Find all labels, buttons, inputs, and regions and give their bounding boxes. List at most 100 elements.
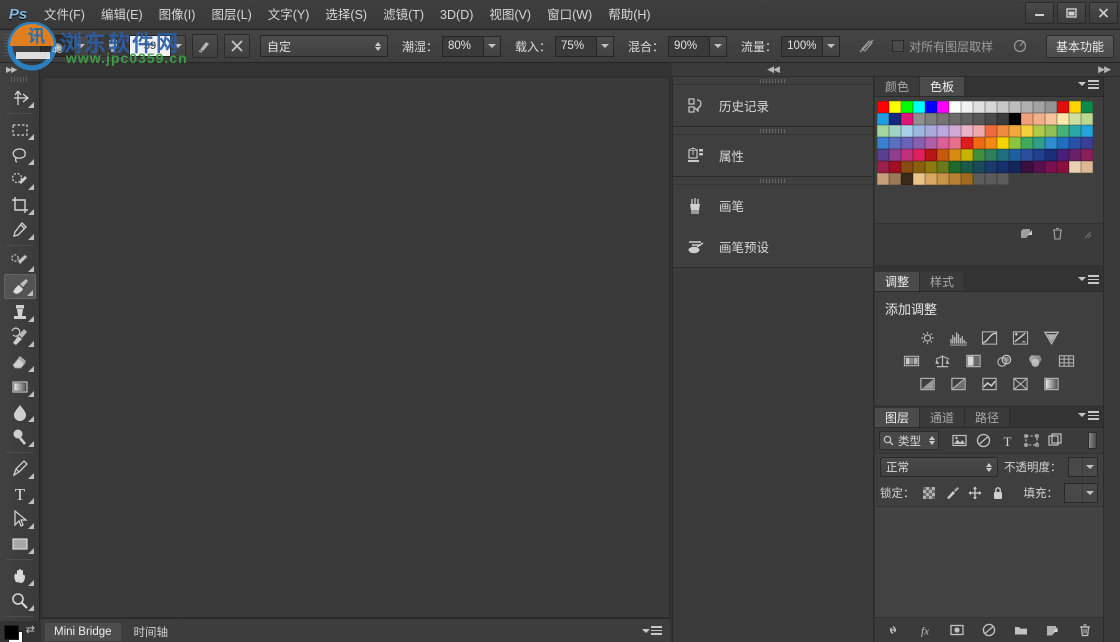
brush-preset-picker-button[interactable] [74,35,89,57]
swatch[interactable] [949,101,961,113]
swatches-grid[interactable] [875,97,1103,185]
swatch[interactable] [1081,113,1093,125]
swatch[interactable] [1021,113,1033,125]
filter-smart-object-icon[interactable] [1047,432,1064,450]
tool-submenu-indicator[interactable] [28,391,34,397]
dock-group-grip[interactable] [673,177,873,185]
color-balance-icon[interactable] [932,352,954,370]
swatch[interactable] [925,161,937,173]
dock-item-properties[interactable]: 属性 [673,135,873,176]
bottom-panel-menu-icon[interactable] [642,626,662,635]
brush-load-picker-button[interactable] [171,35,186,57]
swatch[interactable] [973,173,985,185]
airbrush-toggle-button[interactable] [854,34,880,58]
swatch[interactable] [985,101,997,113]
swatch[interactable] [1045,137,1057,149]
swatch[interactable] [961,137,973,149]
lasso-tool[interactable] [4,142,36,167]
tool-submenu-indicator[interactable] [28,341,34,347]
swatch[interactable] [973,149,985,161]
adjustments-panel-menu-icon[interactable] [1078,275,1099,284]
option-value-1[interactable]: 80% [442,36,484,57]
swatch[interactable] [1009,149,1021,161]
swatch[interactable] [1081,137,1093,149]
rectangle-tool[interactable] [4,531,36,556]
swatch[interactable] [1081,149,1093,161]
swatch[interactable] [997,161,1009,173]
tool-submenu-indicator[interactable] [28,209,34,215]
swatch[interactable] [961,161,973,173]
panel-resize-grip[interactable] [1079,226,1095,242]
load-brush-after-stroke-button[interactable] [224,34,250,58]
swatch[interactable] [901,125,913,137]
menu-item-3[interactable]: 图像(I) [151,4,204,26]
history-brush-tool[interactable] [4,324,36,349]
tab-2[interactable]: 色板 [920,77,965,96]
swatch[interactable] [985,125,997,137]
color-lookup-icon[interactable] [1056,352,1078,370]
menu-item-4[interactable]: 图层(L) [203,4,259,26]
clone-stamp-tool[interactable] [4,299,36,324]
swatch[interactable] [925,125,937,137]
swatch[interactable] [913,173,925,185]
swatch[interactable] [949,137,961,149]
levels-icon[interactable] [947,329,969,347]
swatch[interactable] [1021,101,1033,113]
swatch[interactable] [937,101,949,113]
swatch[interactable] [949,149,961,161]
swatch[interactable] [925,149,937,161]
swatch[interactable] [889,101,901,113]
swatch[interactable] [985,113,997,125]
swatch[interactable] [937,161,949,173]
swatch[interactable] [1009,101,1021,113]
lock-image-icon[interactable] [944,485,960,501]
swatch[interactable] [889,137,901,149]
tool-submenu-indicator[interactable] [28,605,34,611]
swatch[interactable] [889,113,901,125]
swatch[interactable] [1069,125,1081,137]
swatch[interactable] [1009,113,1021,125]
close-button[interactable] [1089,2,1118,24]
tablet-pressure-button[interactable] [1007,34,1033,58]
tool-submenu-indicator[interactable] [28,316,34,322]
tool-submenu-indicator[interactable] [28,159,34,165]
swatch[interactable] [997,101,1009,113]
fill-dropdown-icon[interactable] [1082,484,1097,502]
tab-1[interactable]: 颜色 [875,77,920,96]
swatch[interactable] [949,113,961,125]
icon-dock-collapse-strip[interactable]: ◀◀ [672,63,874,77]
swatch[interactable] [901,149,913,161]
type-tool[interactable]: T [4,481,36,506]
clean-brush-button[interactable] [192,34,218,58]
swatch[interactable] [985,137,997,149]
swatch[interactable] [925,137,937,149]
tool-submenu-indicator[interactable] [28,523,34,529]
swatch[interactable] [1045,149,1057,161]
path-selection-tool[interactable] [4,506,36,531]
swatch[interactable] [1033,113,1045,125]
swatch[interactable] [1069,161,1081,173]
options-bar-grip[interactable] [4,34,12,58]
gradient-tool[interactable] [4,374,36,399]
swatch[interactable] [997,125,1009,137]
crop-tool[interactable] [4,192,36,217]
swatch[interactable] [961,149,973,161]
swatch[interactable] [877,161,889,173]
swatch[interactable] [901,113,913,125]
brush-size-preview[interactable]: 43 [40,35,74,57]
filter-toggle-switch[interactable] [1088,432,1097,449]
tab-1[interactable]: 调整 [875,272,920,291]
gradient-map-icon[interactable] [1040,375,1062,393]
swatch[interactable] [877,173,889,185]
dock-group-grip[interactable] [673,127,873,135]
option-value-2[interactable]: 75% [555,36,597,57]
swatch[interactable] [1057,101,1069,113]
swatch[interactable] [877,101,889,113]
invert-icon[interactable] [916,375,938,393]
color-panel-menu-icon[interactable] [1078,80,1099,89]
vibrance-icon[interactable] [1040,329,1062,347]
swatch[interactable] [901,101,913,113]
swatch[interactable] [1009,137,1021,149]
swatch[interactable] [1081,161,1093,173]
swatch[interactable] [961,125,973,137]
